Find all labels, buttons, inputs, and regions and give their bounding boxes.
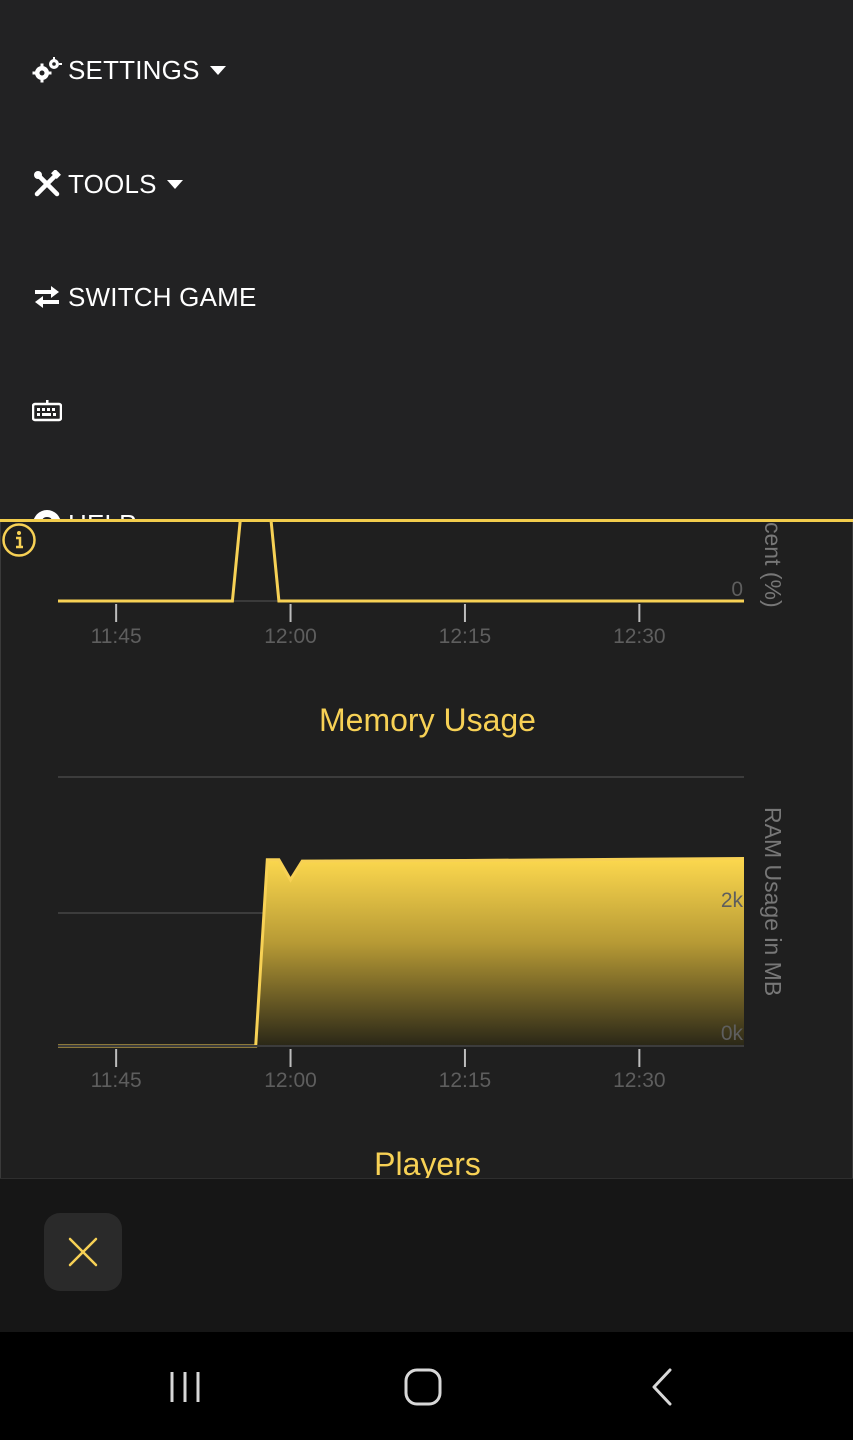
- tools-icon: [32, 169, 62, 199]
- gears-icon: [32, 55, 62, 85]
- recents-button[interactable]: [155, 1362, 215, 1412]
- x-tick-label: 12:30: [613, 1069, 666, 1092]
- side-menu: SETTINGS TOOLS SWITCH GAME: [0, 0, 853, 522]
- chevron-down-icon: [166, 179, 183, 189]
- home-button[interactable]: [393, 1362, 453, 1412]
- menu-item-tools[interactable]: TOOLS: [32, 164, 183, 204]
- back-icon: [652, 1368, 672, 1406]
- system-nav-bar: [0, 1332, 853, 1440]
- cpu-y-axis-label: cent (%): [760, 522, 786, 608]
- close-icon: [68, 1237, 98, 1267]
- menu-item-label: SETTINGS: [68, 54, 200, 85]
- x-tick-label: 11:45: [91, 625, 142, 648]
- menu-item-keyboard[interactable]: [32, 391, 68, 431]
- menu-item-label: SWITCH GAME: [68, 281, 257, 312]
- back-button[interactable]: [632, 1362, 692, 1412]
- close-button[interactable]: [44, 1213, 122, 1291]
- keyboard-icon: [32, 396, 62, 426]
- menu-item-switch-game[interactable]: SWITCH GAME: [32, 277, 257, 317]
- players-chart-title: Players: [374, 1146, 481, 1178]
- home-icon: [404, 1368, 442, 1406]
- memory-y-tick-0k: 0k: [721, 1022, 744, 1045]
- x-tick-label: 12:00: [264, 625, 317, 648]
- charts-panel[interactable]: 11:45 12:00 12:15 12:30 0 cent (%) 11:45 12:…: [0, 522, 853, 1178]
- memory-y-tick-2k: 2k: [721, 889, 744, 912]
- info-icon[interactable]: [1, 522, 37, 558]
- memory-y-axis-label: RAM Usage in MB: [760, 807, 786, 996]
- cpu-chart: 11:45 12:00 12:15 12:30 0 cent (%): [58, 522, 786, 648]
- cpu-series-line: [58, 522, 744, 603]
- chevron-down-icon: [209, 65, 226, 75]
- memory-series-area: [58, 858, 744, 1046]
- cpu-y-tick-label: 0: [731, 578, 743, 601]
- menu-item-label: TOOLS: [68, 168, 157, 199]
- memory-chart-title: Memory Usage: [319, 702, 536, 738]
- bottom-bar: [0, 1178, 853, 1332]
- switch-arrows-icon: [32, 282, 62, 312]
- x-tick-label: 12:30: [613, 625, 666, 648]
- menu-item-settings[interactable]: SETTINGS: [32, 50, 226, 90]
- memory-chart: 11:45 12:00 12:15 12:30 2k 0k RAM Usage in …: [58, 776, 786, 1092]
- x-tick-label: 12:00: [264, 1069, 317, 1092]
- x-tick-label: 11:45: [91, 1069, 142, 1092]
- charts-canvas: 11:45 12:00 12:15 12:30 0 cent (%) 11:45 12:…: [58, 522, 786, 1092]
- recents-icon: [170, 1372, 200, 1402]
- x-tick-label: 12:15: [439, 1069, 492, 1092]
- x-tick-label: 12:15: [439, 625, 492, 648]
